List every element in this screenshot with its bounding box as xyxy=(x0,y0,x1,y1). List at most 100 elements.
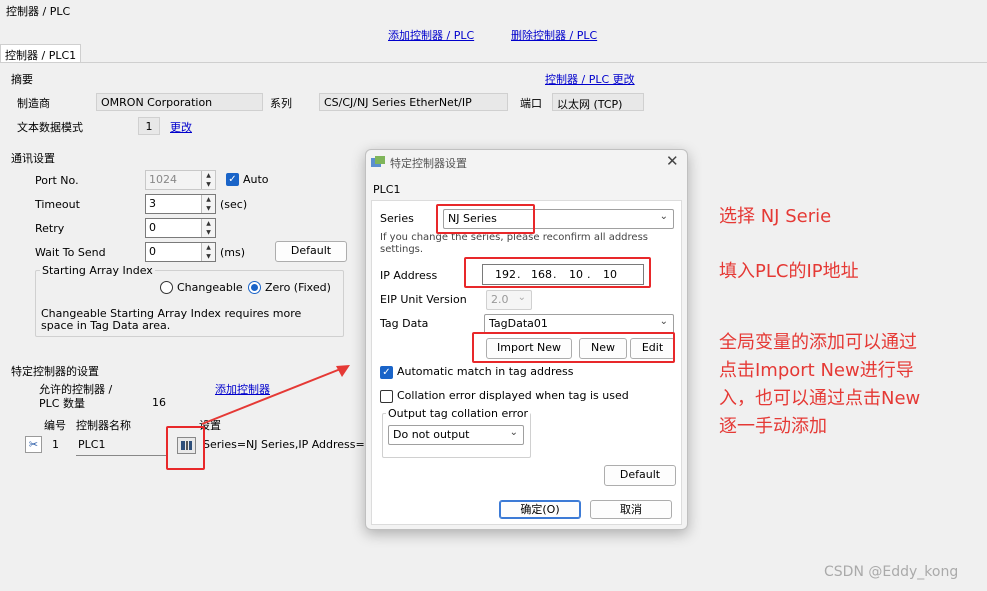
timeout-label: Timeout xyxy=(35,198,80,211)
dialog-content-panel: Series NJ Series ⌄ If you change the ser… xyxy=(371,200,682,525)
comm-default-button[interactable]: Default xyxy=(275,241,347,262)
spin-down-icon: ▼ xyxy=(206,229,211,236)
ip-octet-2: 168 xyxy=(531,268,552,281)
port-field: 以太网 (TCP) xyxy=(552,93,644,111)
annotation-import-line-4: 逐一手动添加 xyxy=(719,416,827,437)
collation-checkbox[interactable] xyxy=(380,390,393,403)
row-settings-button[interactable] xyxy=(177,437,196,454)
specific-heading: 特定控制器的设置 xyxy=(11,365,99,378)
maker-label: 制造商 xyxy=(17,97,50,110)
window-title: 控制器 / PLC xyxy=(6,5,71,18)
dlg-series-note: If you change the series, please reconfi… xyxy=(380,232,648,255)
dlg-tag-label: Tag Data xyxy=(380,317,429,330)
text-mode-field: 1 xyxy=(138,117,160,135)
row-settings-text: Series=NJ Series,IP Address=192. xyxy=(203,438,365,451)
chevron-down-icon: ⌄ xyxy=(659,211,668,222)
wait-spinner[interactable]: ▲ ▼ xyxy=(201,243,215,261)
text-mode-change-link[interactable]: 更改 xyxy=(170,119,192,135)
wait-value: 0 xyxy=(149,245,156,258)
output-error-select[interactable]: Do not output ⌄ xyxy=(388,425,524,445)
chevron-down-icon: ⌄ xyxy=(509,427,518,438)
close-icon[interactable]: ✕ xyxy=(666,152,679,170)
new-tag-button[interactable]: New xyxy=(579,338,627,359)
dlg-series-label: Series xyxy=(380,212,414,225)
annotation-import-line-1: 全局变量的添加可以通过 xyxy=(719,332,917,353)
text-mode-label: 文本数据模式 xyxy=(17,121,83,134)
row-no: 1 xyxy=(52,438,59,451)
col-no-header: 编号 xyxy=(44,419,66,432)
ip-dot: . xyxy=(517,268,521,281)
annotation-arrow-icon xyxy=(201,365,350,425)
series-label: 系列 xyxy=(270,97,292,110)
controller-change-link[interactable]: 控制器 / PLC 更改 xyxy=(545,71,635,87)
array-note: Changeable Starting Array Index requires… xyxy=(41,307,302,332)
settings-book-icon xyxy=(181,441,192,450)
wait-input[interactable]: 0 ▲ ▼ xyxy=(145,242,216,262)
port-label: 端口 xyxy=(520,97,542,110)
dialog-subtitle: PLC1 xyxy=(373,183,401,196)
array-group-title: Starting Array Index xyxy=(40,264,155,277)
port-no-spinner[interactable]: ▲ ▼ xyxy=(201,171,215,189)
allowed-value: 16 xyxy=(152,396,166,409)
timeout-spinner[interactable]: ▲ ▼ xyxy=(201,195,215,213)
chevron-down-icon: ⌄ xyxy=(517,292,526,303)
retry-input[interactable]: 0 ▲ ▼ xyxy=(145,218,216,238)
timeout-value: 3 xyxy=(149,197,156,210)
tab-plc1[interactable]: 控制器 / PLC1 xyxy=(0,44,81,63)
dlg-ip-label: IP Address xyxy=(380,269,438,282)
delete-controller-link[interactable]: 删除控制器 / PLC xyxy=(511,27,597,43)
annotation-import-line-3: 入，也可以通过点击New xyxy=(719,388,921,409)
ip-octet-3: 10 xyxy=(569,268,583,281)
port-no-input[interactable]: 1024 ▲ ▼ xyxy=(145,170,216,190)
spin-down-icon: ▼ xyxy=(206,205,211,212)
ok-button[interactable]: 确定(O) xyxy=(499,500,581,519)
wait-label: Wait To Send xyxy=(35,246,106,259)
dlg-eip-select: 2.0 ⌄ xyxy=(486,290,532,310)
ip-dot: . xyxy=(553,268,557,281)
wait-unit: (ms) xyxy=(220,246,246,259)
spin-up-icon: ▲ xyxy=(206,244,211,251)
spin-up-icon: ▲ xyxy=(206,220,211,227)
changeable-radio[interactable] xyxy=(160,281,173,294)
zero-fixed-radio[interactable] xyxy=(248,281,261,294)
auto-match-checkbox[interactable]: ✓ xyxy=(380,366,393,379)
dialog-title: 特定控制器设置 xyxy=(390,157,467,170)
scissors-icon: ✂ xyxy=(28,438,39,451)
ip-octet-4: 10 xyxy=(603,268,617,281)
dialog-app-icon xyxy=(371,156,385,168)
changeable-label: Changeable xyxy=(177,281,243,294)
chevron-down-icon: ⌄ xyxy=(659,316,668,327)
auto-match-label: Automatic match in tag address xyxy=(397,365,574,378)
output-group-title: Output tag collation error xyxy=(386,407,531,420)
timeout-unit: (sec) xyxy=(220,198,248,211)
ip-octet-1: 192 xyxy=(495,268,516,281)
zero-fixed-label: Zero (Fixed) xyxy=(265,281,331,294)
dlg-ip-input[interactable]: 192 . 168 . 10 . 10 xyxy=(482,264,644,285)
summary-heading: 摘要 xyxy=(11,73,33,86)
row-name: PLC1 xyxy=(76,437,168,456)
dlg-eip-label: EIP Unit Version xyxy=(380,293,467,306)
add-controller-link[interactable]: 添加控制器 / PLC xyxy=(388,27,474,43)
allowed-label-2: PLC 数量 xyxy=(39,397,85,410)
spin-up-icon: ▲ xyxy=(206,172,211,179)
edit-tag-button[interactable]: Edit xyxy=(630,338,675,359)
dlg-default-button[interactable]: Default xyxy=(604,465,676,486)
dlg-tag-select[interactable]: TagData01 ⌄ xyxy=(484,314,674,334)
retry-spinner[interactable]: ▲ ▼ xyxy=(201,219,215,237)
tab-divider xyxy=(0,62,987,63)
dlg-series-select[interactable]: NJ Series ⌄ xyxy=(443,209,674,229)
port-no-label: Port No. xyxy=(35,174,79,187)
import-new-button[interactable]: Import New xyxy=(486,338,572,359)
delete-row-button[interactable]: ✂ xyxy=(25,436,42,453)
spin-up-icon: ▲ xyxy=(206,196,211,203)
dlg-series-value: NJ Series xyxy=(448,212,497,225)
check-icon: ✓ xyxy=(228,174,237,185)
maker-field: OMRON Corporation xyxy=(96,93,263,111)
spin-down-icon: ▼ xyxy=(206,253,211,260)
retry-value: 0 xyxy=(149,221,156,234)
timeout-input[interactable]: 3 ▲ ▼ xyxy=(145,194,216,214)
ip-dot: . xyxy=(587,268,591,281)
auto-checkbox[interactable]: ✓ xyxy=(226,173,239,186)
series-field: CS/CJ/NJ Series EtherNet/IP xyxy=(319,93,508,111)
cancel-button[interactable]: 取消 xyxy=(590,500,672,519)
